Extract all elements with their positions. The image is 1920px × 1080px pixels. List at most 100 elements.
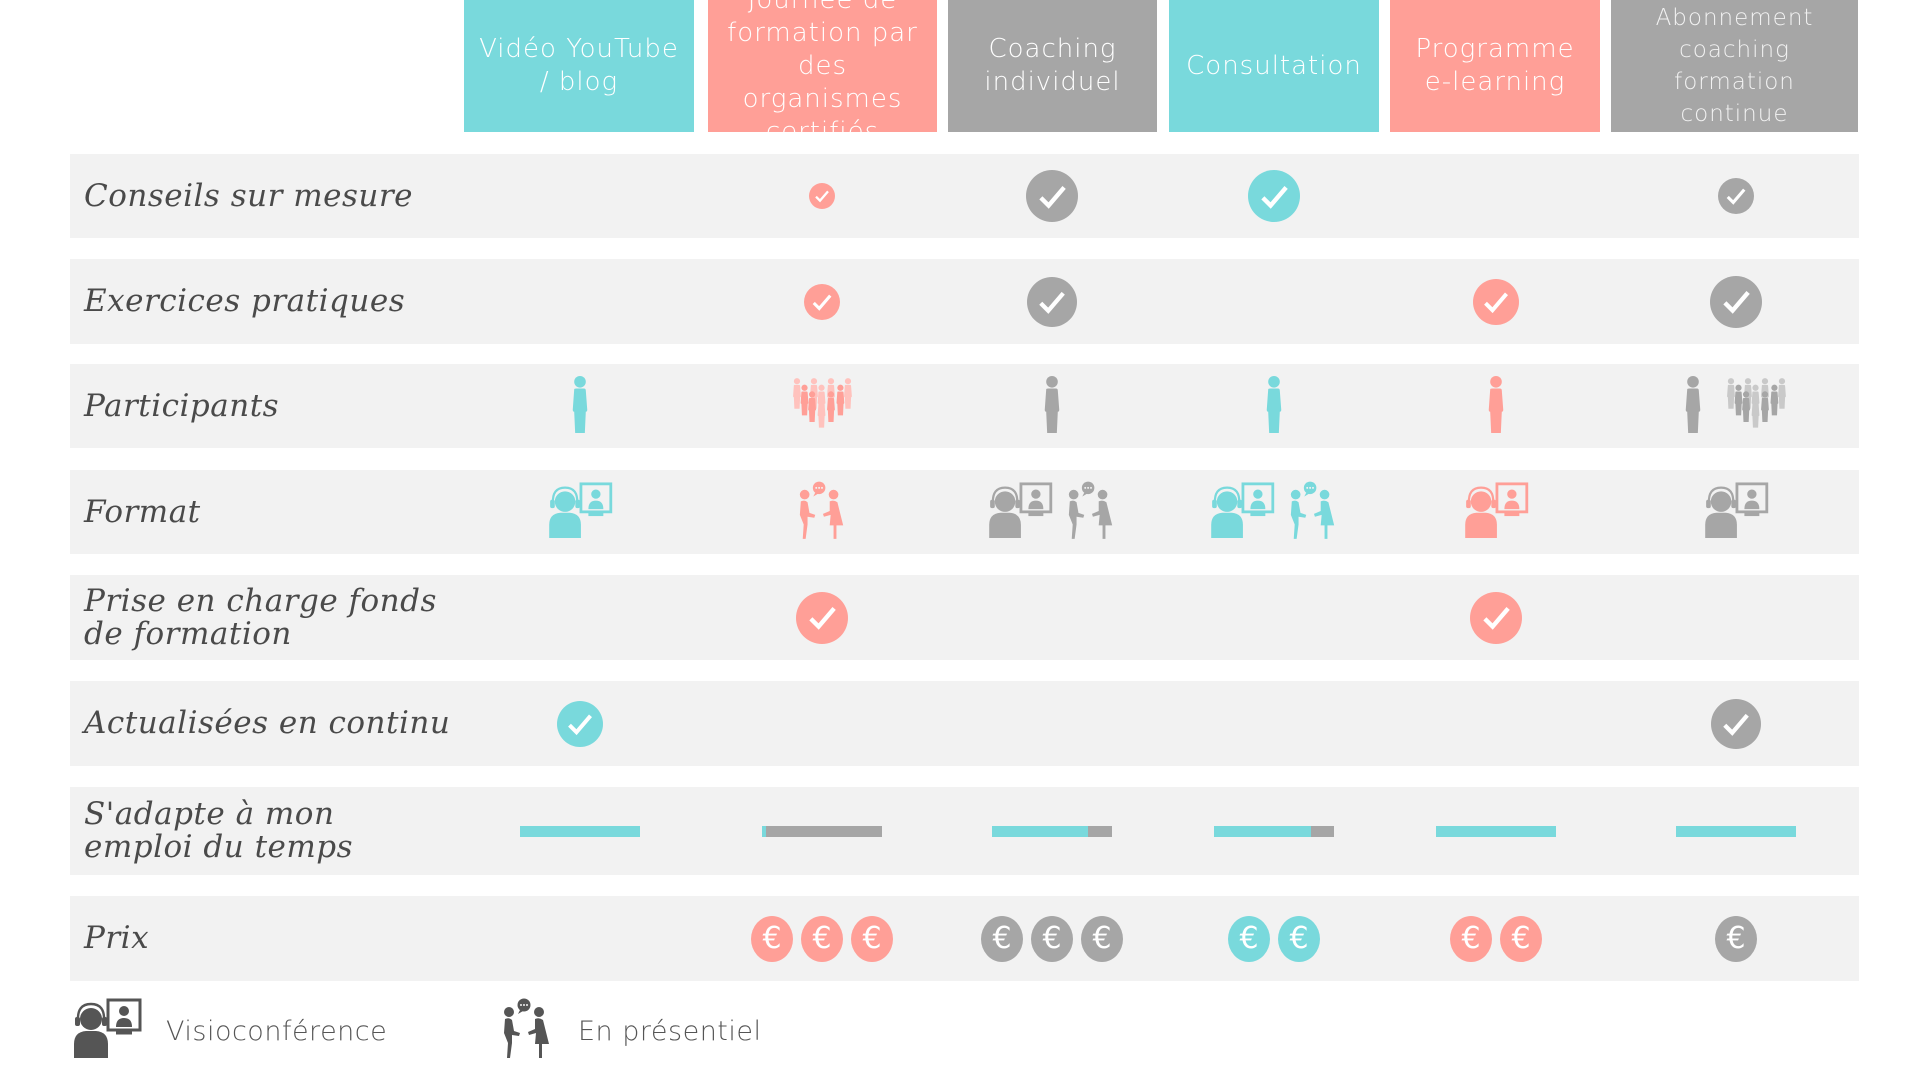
cell-conseils-2 xyxy=(942,154,1162,238)
visio-icon xyxy=(1703,482,1769,542)
presentiel-icon xyxy=(796,481,848,543)
column-header-abonnement-coaching: Abonnement coaching formation continue xyxy=(1611,0,1858,132)
legend-visio: Visioconférence xyxy=(72,998,387,1065)
cell-exercices-5 xyxy=(1626,259,1846,344)
row-label: Actualisées en continu xyxy=(84,705,451,741)
person-icon xyxy=(569,375,591,437)
row-emploi-du-temps: S'adapte à mon emploi du temps xyxy=(70,787,1859,875)
presentiel-icon xyxy=(1065,481,1117,543)
visio-icon xyxy=(1209,482,1275,542)
group-icon xyxy=(1722,376,1790,436)
row-participants: Participants xyxy=(70,364,1859,448)
row-format: Format xyxy=(70,470,1859,554)
row-label: Format xyxy=(84,493,201,530)
schedule-flexibility-fill xyxy=(1676,825,1796,837)
euro-icon: € xyxy=(751,915,793,962)
check-icon xyxy=(1248,170,1300,222)
euro-icon: € xyxy=(1450,915,1492,962)
cell-exercices-3 xyxy=(1164,259,1384,344)
schedule-flexibility-bar xyxy=(992,825,1112,837)
cell-actualisees-4 xyxy=(1386,681,1606,766)
column-header-coaching-individuel: Coaching individuel xyxy=(948,0,1157,132)
euro-icon: € xyxy=(1031,915,1073,962)
check-icon xyxy=(557,700,603,747)
cell-participants-1 xyxy=(712,364,932,448)
check-icon xyxy=(796,591,848,644)
visio-icon xyxy=(72,998,142,1065)
schedule-flexibility-bar xyxy=(1676,825,1796,837)
cell-emploi-2 xyxy=(942,787,1162,875)
schedule-flexibility-bar xyxy=(762,825,882,837)
visio-icon xyxy=(547,482,613,542)
check-icon xyxy=(1718,178,1754,214)
person-icon xyxy=(1485,375,1507,437)
cell-conseils-1 xyxy=(712,154,932,238)
cell-emploi-4 xyxy=(1386,787,1606,875)
cell-format-5 xyxy=(1626,470,1846,554)
row-label: Conseils sur mesure xyxy=(84,177,414,214)
presentiel-icon xyxy=(500,998,554,1065)
cell-actualisees-2 xyxy=(942,681,1162,766)
column-header-programme-elearning: Programme e-learning xyxy=(1390,0,1600,132)
schedule-flexibility-bar xyxy=(1436,825,1556,837)
cell-participants-2 xyxy=(942,364,1162,448)
cell-format-4 xyxy=(1386,470,1606,554)
cell-format-2 xyxy=(942,470,1162,554)
euro-icon: € xyxy=(1081,915,1123,962)
legend-presentiel: En présentiel xyxy=(500,998,762,1065)
cell-exercices-2 xyxy=(942,259,1162,344)
cell-fonds-3 xyxy=(1164,575,1384,660)
column-header-video-youtube: Vidéo YouTube / blog xyxy=(464,0,694,132)
cell-fonds-1 xyxy=(712,575,932,660)
row-label: S'adapte à mon emploi du temps xyxy=(84,796,354,865)
schedule-flexibility-fill xyxy=(762,825,766,837)
cell-participants-3 xyxy=(1164,364,1384,448)
schedule-flexibility-fill xyxy=(1436,825,1556,837)
cell-fonds-4 xyxy=(1386,575,1606,660)
cell-emploi-0 xyxy=(470,787,690,875)
euro-icon: € xyxy=(981,915,1023,962)
check-icon xyxy=(1711,698,1761,749)
check-icon xyxy=(1027,276,1077,327)
person-icon xyxy=(1263,375,1285,437)
schedule-flexibility-bar xyxy=(520,825,640,837)
person-icon xyxy=(1041,375,1063,437)
check-icon xyxy=(1470,591,1522,644)
row-exercices-pratiques: Exercices pratiques xyxy=(70,259,1859,344)
cell-exercices-1 xyxy=(712,259,932,344)
cell-conseils-5 xyxy=(1626,154,1846,238)
euro-icon: € xyxy=(1500,915,1542,962)
row-label: Participants xyxy=(84,387,280,424)
cell-fonds-2 xyxy=(942,575,1162,660)
visio-icon xyxy=(1463,482,1529,542)
cell-format-3 xyxy=(1164,470,1384,554)
cell-emploi-3 xyxy=(1164,787,1384,875)
row-conseils-sur-mesure: Conseils sur mesure xyxy=(70,154,1859,238)
presentiel-icon xyxy=(1287,481,1339,543)
cell-prix-1: € € € xyxy=(712,896,932,981)
schedule-flexibility-bar xyxy=(1214,825,1334,837)
cell-exercices-0 xyxy=(470,259,690,344)
row-label: Exercices pratiques xyxy=(84,283,406,319)
check-icon xyxy=(1473,278,1519,325)
schedule-flexibility-fill xyxy=(992,825,1088,837)
cell-conseils-0 xyxy=(470,154,690,238)
column-header-journee-formation: Journée de formation par des organismes … xyxy=(708,0,937,132)
cell-emploi-1 xyxy=(712,787,932,875)
cell-exercices-4 xyxy=(1386,259,1606,344)
euro-icon: € xyxy=(1715,915,1757,962)
check-icon xyxy=(804,283,840,320)
cell-actualisees-3 xyxy=(1164,681,1384,766)
cell-actualisees-5 xyxy=(1626,681,1846,766)
cell-actualisees-1 xyxy=(712,681,932,766)
cell-emploi-5 xyxy=(1626,787,1846,875)
cell-fonds-5 xyxy=(1626,575,1846,660)
cell-prix-4: € € xyxy=(1386,896,1606,981)
cell-format-0 xyxy=(470,470,690,554)
cell-participants-0 xyxy=(470,364,690,448)
cell-prix-5: € xyxy=(1626,896,1846,981)
check-icon xyxy=(1710,275,1762,328)
cell-conseils-4 xyxy=(1386,154,1606,238)
row-label: Prix xyxy=(84,920,150,956)
cell-participants-4 xyxy=(1386,364,1606,448)
